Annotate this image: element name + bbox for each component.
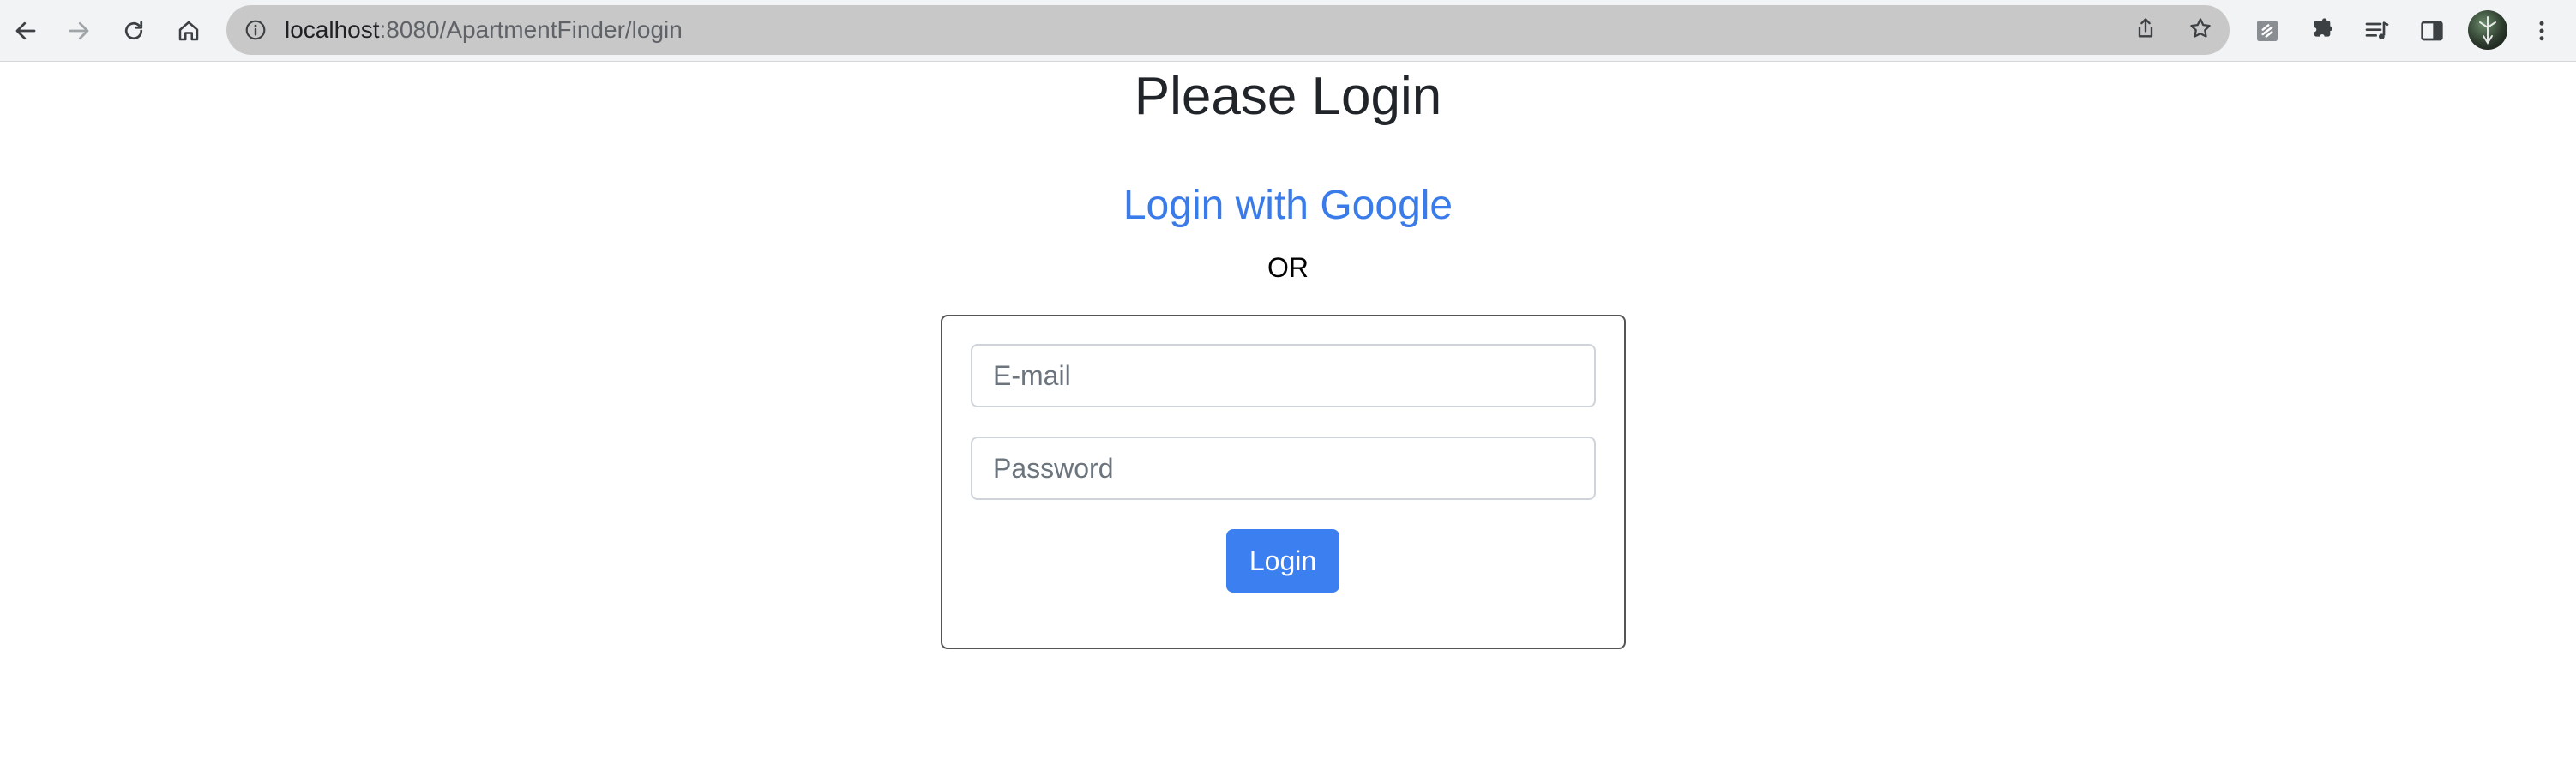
url-text[interactable]: localhost:8080/ApartmentFinder/login — [285, 5, 683, 55]
extensions-menu-button[interactable] — [2300, 9, 2344, 53]
url-host: localhost — [285, 16, 380, 43]
address-bar[interactable]: localhost:8080/ApartmentFinder/login — [226, 5, 2230, 55]
extension-button[interactable] — [2245, 9, 2290, 53]
home-icon — [176, 18, 202, 44]
home-button[interactable] — [166, 9, 211, 53]
password-field[interactable] — [971, 437, 1596, 500]
star-icon — [2188, 15, 2213, 45]
reload-button[interactable] — [111, 9, 156, 53]
share-button[interactable] — [2128, 13, 2163, 47]
back-button[interactable] — [3, 9, 48, 53]
side-panel-icon — [2418, 17, 2446, 45]
arrow-right-icon — [66, 18, 92, 44]
url-path: :8080/ApartmentFinder/login — [379, 16, 683, 43]
email-field[interactable] — [971, 344, 1596, 407]
bookmark-button[interactable] — [2183, 13, 2218, 47]
media-control-button[interactable] — [2355, 9, 2399, 53]
login-button[interactable]: Login — [1226, 529, 1339, 593]
arrow-left-icon — [13, 18, 39, 44]
browser-toolbar: localhost:8080/ApartmentFinder/login — [0, 0, 2576, 62]
share-icon — [2134, 16, 2158, 45]
media-control-icon — [2363, 17, 2391, 45]
puzzle-icon — [2308, 17, 2336, 45]
side-panel-button[interactable] — [2410, 9, 2454, 53]
page-title: Please Login — [1134, 67, 1442, 126]
extension-icon — [2254, 17, 2281, 45]
reload-icon — [121, 18, 147, 44]
or-separator: OR — [1267, 252, 1309, 283]
login-with-google-link[interactable]: Login with Google — [0, 180, 2576, 232]
browser-menu-button[interactable] — [2519, 9, 2564, 53]
info-icon[interactable] — [242, 16, 269, 44]
forward-button[interactable] — [57, 9, 101, 53]
login-form: Login — [941, 315, 1626, 649]
kebab-menu-icon — [2529, 18, 2555, 44]
profile-avatar[interactable] — [2468, 10, 2507, 50]
